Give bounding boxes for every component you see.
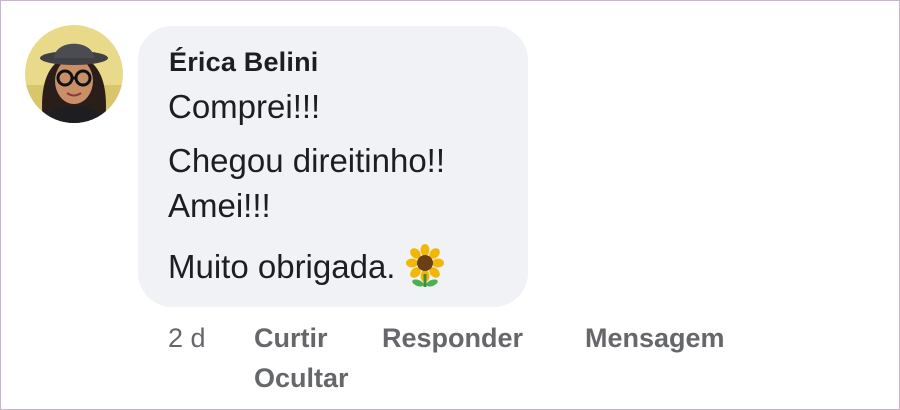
message-button[interactable]: Mensagem <box>585 323 725 354</box>
avatar[interactable] <box>25 25 123 123</box>
comment-text-line: Comprei!!! <box>168 88 321 125</box>
reply-button[interactable]: Responder <box>382 323 523 354</box>
comment-text-line: Chegou direitinho!! <box>168 142 446 179</box>
comment-text: Muito obrigada. <box>168 248 396 285</box>
comment-text-line: Amei!!! <box>168 187 271 224</box>
comment-author[interactable]: Érica Belini <box>169 47 318 78</box>
comment-timestamp[interactable]: 2 d <box>168 323 206 354</box>
comment-text-line-last: Muito obrigada. <box>168 244 445 296</box>
like-button[interactable]: Curtir <box>254 323 328 354</box>
hide-button[interactable]: Ocultar <box>254 363 349 394</box>
sunflower-icon <box>405 244 445 296</box>
